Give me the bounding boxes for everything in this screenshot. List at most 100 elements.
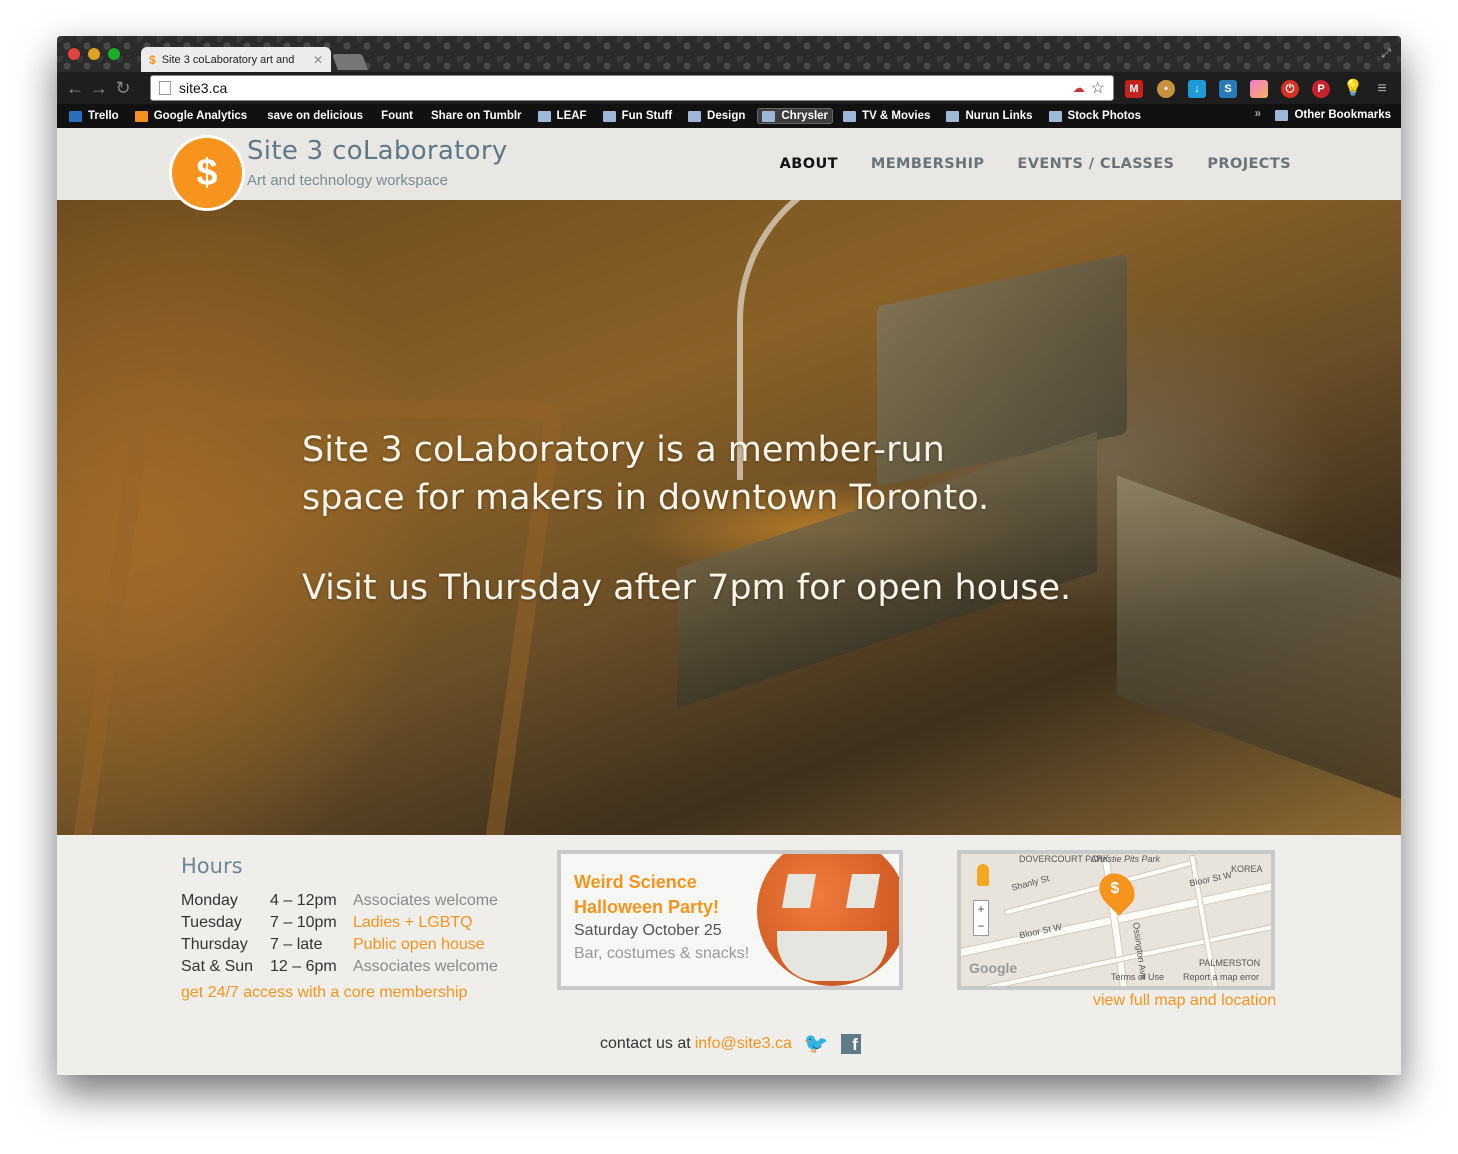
hours-row: Sat & Sun 12 – 6pm Associates welcome [181,956,498,978]
map-pin-icon[interactable]: $ [1092,866,1142,916]
download-icon[interactable]: ↓ [1188,80,1206,98]
logo-title[interactable]: Site 3 coLaboratory [247,136,508,166]
main-nav: ABOUT MEMBERSHIP EVENTS / CLASSES PROJEC… [780,156,1291,172]
hero-line-1: Site 3 coLaboratory is a member-run [302,430,945,470]
map-label: KOREA [1231,864,1263,874]
logo-subtitle: Art and technology workspace [247,172,448,189]
folder-icon [602,110,616,122]
tab-close-icon[interactable]: ✕ [313,53,323,67]
pinterest-icon[interactable]: P [1312,80,1330,98]
web-page: $ Site 3 coLaboratory Art and technology… [57,128,1401,1075]
zoom-window-button[interactable] [108,48,120,60]
bookmarks-bar: Trello Google Analytics save on deliciou… [57,104,1401,208]
bookmark-other-bookmarks[interactable]: Other Bookmarks [1275,109,1391,121]
hours-time: 7 – 10pm [270,914,337,931]
new-tab-button[interactable] [332,54,368,70]
reload-icon[interactable]: ↻ [111,78,135,99]
close-window-button[interactable] [68,48,80,60]
hero-line-3: Visit us Thursday after 7pm for open hou… [302,568,1072,608]
lightbulb-icon[interactable]: 💡 [1343,80,1363,98]
tab-site3[interactable]: $ Site 3 coLaboratory art and ✕ [141,47,331,72]
extension-cloud-icon[interactable]: ☁ [1073,81,1085,95]
trello-icon [69,110,82,122]
address-bar[interactable]: site3.ca ☁ ☆ [150,75,1114,101]
twitter-icon[interactable]: 🐦 [804,1031,829,1056]
bookmark-folder-tv-movies[interactable]: TV & Movies [843,110,930,122]
analytics-icon [134,110,148,122]
bookmark-trello[interactable]: Trello [69,110,119,122]
cookie-icon[interactable]: • [1157,80,1175,98]
page-icon [159,81,171,95]
site3-gear-logo-icon[interactable]: $ [172,138,242,208]
hours-row: Monday 4 – 12pm Associates welcome [181,890,498,912]
bookmark-star-icon[interactable]: ☆ [1091,78,1105,98]
hours-section: Hours Monday 4 – 12pm Associates welcome… [181,854,498,1002]
back-arrow-icon[interactable]: ← [63,78,87,99]
event-date: Saturday October 25 [574,922,722,939]
hours-note-link[interactable]: Ladies + LGBTQ [353,912,473,934]
bookmark-folder-chrysler[interactable]: Chrysler [757,108,834,124]
bookmark-share-tumblr[interactable]: Share on Tumblr [57,110,522,208]
hours-note: Associates welcome [353,892,498,909]
bookmarks-overflow-icon[interactable]: » [1255,108,1261,120]
nav-projects[interactable]: PROJECTS [1207,156,1291,172]
pumpkin-eye-shape [782,874,816,908]
pumpkin-mouth-shape [777,931,887,981]
fullscreen-icon[interactable]: ⤢ [1381,46,1391,61]
hours-time: 7 – late [270,936,323,953]
hero-text: Site 3 coLaboratory is a member-run spac… [302,426,1071,612]
view-map-link[interactable]: view full map and location [1093,992,1276,1010]
browser-window: $ Site 3 coLaboratory art and ✕ ⤢ ← → ↻ … [57,36,1401,1075]
power-extension-icon[interactable]: ⏻ [1281,80,1299,98]
contact-email-link[interactable]: info@site3.ca [695,1035,792,1053]
bookmark-fount[interactable]: Fount [57,110,413,208]
bookmark-delicious[interactable]: save on delicious [57,110,363,208]
site3-favicon-icon: $ [149,52,156,67]
map-zoom-control[interactable]: + − [973,900,989,936]
nav-events-classes[interactable]: EVENTS / CLASSES [1017,156,1174,172]
hero-banner: Site 3 coLaboratory is a member-run spac… [57,200,1401,835]
browser-toolbar: ← → ↻ site3.ca ☁ ☆ M • ↓ S ⏻ P 💡 ≡ [57,72,1401,104]
map-report-link[interactable]: Report a map error [1183,972,1259,982]
nav-about[interactable]: ABOUT [780,156,838,172]
event-description: Bar, costumes & snacks! [574,945,750,962]
hours-time: 4 – 12pm [270,892,337,909]
s-extension-icon[interactable]: S [1219,80,1237,98]
map-terms-link[interactable]: Terms of Use [1111,972,1164,982]
membership-link[interactable]: get 24/7 access with a core membership [181,984,498,1002]
gmail-icon[interactable]: M [1125,80,1143,98]
hours-time: 12 – 6pm [270,958,337,975]
bookmark-folder-design[interactable]: Design [688,110,745,122]
folder-icon [843,110,857,122]
tab-strip: $ Site 3 coLaboratory art and ✕ ⤢ [57,36,1401,72]
event-promo-card[interactable]: Weird Science Halloween Party! Saturday … [557,850,903,990]
contact-row: contact us at info@site3.ca 🐦 f [600,1031,861,1056]
minimize-window-button[interactable] [88,48,100,60]
color-extension-icon[interactable] [1250,80,1268,98]
bookmark-folder-nurun-links[interactable]: Nurun Links [946,110,1033,122]
forward-arrow-icon[interactable]: → [87,78,111,99]
hours-row: Tuesday 7 – 10pm Ladies + LGBTQ [181,912,498,934]
pegman-icon[interactable] [977,864,989,886]
bookmark-folder-stock-photos[interactable]: Stock Photos [1048,110,1141,122]
folder-icon [688,110,702,122]
bookmark-folder-leaf[interactable]: LEAF [537,110,587,122]
hours-day: Monday [181,892,238,909]
hours-note: Associates welcome [353,958,498,975]
hours-day: Tuesday [181,914,242,931]
bookmark-folder-fun-stuff[interactable]: Fun Stuff [602,110,672,122]
hours-day: Sat & Sun [181,958,254,975]
folder-icon [946,110,960,122]
pumpkin-image [757,854,899,986]
bookmark-google-analytics[interactable]: Google Analytics [134,110,247,122]
menu-icon[interactable]: ≡ [1373,80,1391,98]
url-text[interactable]: site3.ca [179,80,1073,96]
location-map[interactable]: DOVERCOURT PARK Christie Pits Park Shanl… [957,850,1275,990]
nav-membership[interactable]: MEMBERSHIP [871,156,985,172]
folder-icon [762,110,776,122]
hours-day: Thursday [181,936,248,953]
hours-note-link[interactable]: Public open house [353,934,485,956]
facebook-icon[interactable]: f [840,1033,861,1054]
pumpkin-eye-shape [846,874,880,908]
google-logo: Google [969,960,1018,976]
